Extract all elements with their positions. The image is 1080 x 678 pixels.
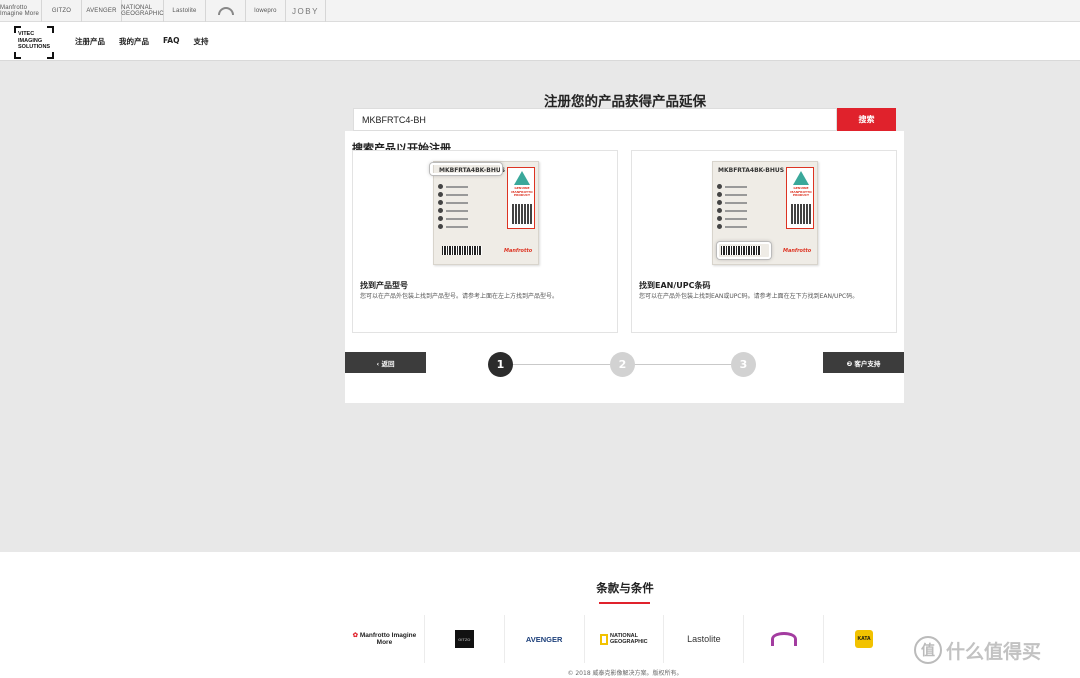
search-input[interactable] (353, 108, 837, 131)
page-title: 注册您的产品获得产品延保 (544, 94, 706, 110)
back-button[interactable]: ‹ 返回 (345, 352, 426, 373)
brand-gitzo-link[interactable]: GITZO (42, 0, 82, 22)
watermark-text: 什么值得买 (946, 640, 1042, 663)
qr-code-icon (791, 204, 811, 224)
footer-manfrotto-logo[interactable]: ✿ Manfrotto Imagine More (345, 615, 425, 663)
product-label-image: MKBFRTA4BK-BHUS GENUINE MANFROTTO PRODUC… (430, 161, 539, 265)
footer-kata-logo[interactable]: KATA (824, 615, 904, 663)
gitzo-text: GITZO (454, 630, 474, 648)
footer-gitzo-logo[interactable]: GITZO (425, 615, 505, 663)
terms-underline (599, 602, 650, 604)
vitec-logo[interactable]: VITEC IMAGING SOLUTIONS (14, 26, 54, 59)
brand-joby-link[interactable]: JOBY (286, 0, 326, 22)
watermark: 值 什么值得买 (914, 636, 1041, 664)
info-title: 找到产品型号 (360, 281, 408, 290)
info-desc: 您可以在产品外包装上找到EAN或UPC码。请参考上面在左下方找到EAN/UPC码… (639, 293, 859, 300)
label-brand: Manfrotto (783, 248, 812, 254)
search-button[interactable]: 搜索 (837, 108, 896, 131)
nav-my-products[interactable]: 我的产品 (119, 36, 149, 47)
step-2: 2 (610, 352, 635, 377)
genuine-text: GENUINE MANFROTTO PRODUCT (511, 186, 533, 197)
info-title: 找到EAN/UPC条码 (639, 281, 711, 290)
natgeo-text: NATIONAL GEOGRAPHIC (610, 633, 648, 645)
main-nav: 注册产品 我的产品 FAQ 支持 (75, 36, 208, 47)
brand-lowepro-link[interactable]: lowepro (246, 0, 286, 22)
nav-support[interactable]: 支持 (193, 36, 208, 47)
brand-avenger-link[interactable]: AVENGER (82, 0, 122, 22)
brand-arc-icon (217, 7, 234, 16)
lastolite-text: Lastolite (687, 634, 721, 644)
nav-register-product[interactable]: 注册产品 (75, 36, 105, 47)
footer-lowepro-logo[interactable] (744, 615, 825, 663)
avenger-text: AVENGER (525, 634, 563, 644)
brand-natgeo-link[interactable]: NATIONAL GEOGRAPHIC (121, 0, 164, 22)
brand-strip: Manfrotto Imagine More GITZO AVENGER NAT… (0, 0, 1080, 22)
barcode-highlight (717, 242, 771, 259)
model-highlight (430, 163, 502, 175)
logo-line-3: SOLUTIONS (18, 44, 51, 50)
nav-faq[interactable]: FAQ (163, 36, 179, 47)
terms-title[interactable]: 条款与条件 (0, 580, 1080, 596)
copyright: © 2018 威泰克影像解决方案。版权所有。 (567, 670, 683, 677)
genuine-badge: GENUINE MANFROTTO PRODUCT (507, 167, 535, 229)
info-desc: 您可以在产品外包装上找到产品型号。请参考上面在左上方找到产品型号。 (360, 293, 559, 300)
step-1: 1 (488, 352, 513, 377)
kata-text: KATA (855, 630, 874, 648)
site-header: VITEC IMAGING SOLUTIONS 注册产品 我的产品 FAQ 支持 (0, 22, 1080, 61)
footer-lastolite-logo[interactable]: Lastolite (664, 615, 745, 663)
info-ean-upc: MKBFRTA4BK-BHUS GENUINE MANFROTTO PRODUC… (631, 150, 897, 333)
qr-code-icon (512, 204, 532, 224)
lowepro-arc-icon (770, 632, 797, 646)
info-model-number: MKBFRTA4BK-BHUS GENUINE MANFROTTO PRODUC… (352, 150, 618, 333)
product-label-image: MKBFRTA4BK-BHUS GENUINE MANFROTTO PRODUC… (712, 161, 818, 265)
brand-unknown-logo-link[interactable] (206, 0, 246, 22)
genuine-text: GENUINE MANFROTTO PRODUCT (790, 186, 812, 197)
label-model-code: MKBFRTA4BK-BHUS (718, 167, 785, 174)
footer-avenger-logo[interactable]: AVENGER (505, 615, 585, 663)
step-3: 3 (731, 352, 756, 377)
natgeo-frame-icon (600, 633, 608, 645)
barcode-icon (442, 246, 482, 255)
manfrotto-text: Manfrotto Imagine More (359, 632, 417, 646)
watermark-logo-icon: 值 (914, 636, 942, 664)
footer-natgeo-logo[interactable]: NATIONAL GEOGRAPHIC (585, 615, 665, 663)
customer-support-button[interactable]: ❷ 客户支持 (823, 352, 904, 373)
brand-lastolite-link[interactable]: Lastolite (164, 0, 206, 22)
footer-brand-logos: ✿ Manfrotto Imagine More GITZO AVENGER N… (345, 615, 904, 663)
genuine-badge: GENUINE MANFROTTO PRODUCT (786, 167, 814, 229)
label-brand: Manfrotto (504, 248, 533, 254)
brand-manfrotto-link[interactable]: Manfrotto Imagine More (0, 0, 42, 22)
